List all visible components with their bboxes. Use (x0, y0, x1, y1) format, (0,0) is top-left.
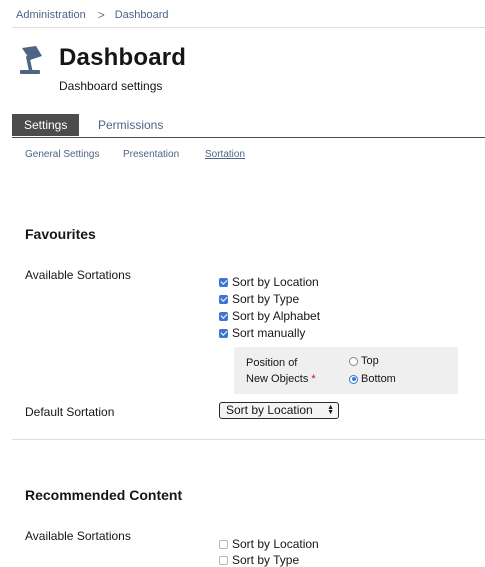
breadcrumb-administration[interactable]: Administration (16, 9, 86, 21)
radio-label: Bottom (361, 373, 396, 385)
favourites-section-title: Favourites (25, 226, 96, 242)
recommended-available-sortations-label: Available Sortations (25, 529, 131, 543)
position-new-objects-panel: Position of New Objects * Top Bottom (234, 347, 458, 394)
checkbox-unchecked-icon[interactable] (219, 555, 228, 565)
position-bottom-option[interactable]: Bottom (349, 373, 396, 385)
favourites-sort-by-alphabet-option[interactable]: Sort by Alphabet (219, 309, 320, 323)
required-marker: * (311, 373, 316, 385)
checkbox-checked-icon[interactable] (219, 311, 228, 321)
radio-label: Top (361, 355, 379, 367)
position-top-option[interactable]: Top (349, 355, 379, 367)
favourites-available-sortations-label: Available Sortations (25, 268, 131, 282)
breadcrumb-dashboard[interactable]: Dashboard (115, 9, 169, 21)
subtab-general-settings[interactable]: General Settings (25, 149, 100, 160)
checkbox-checked-icon[interactable] (219, 277, 228, 287)
tab-permissions[interactable]: Permissions (86, 114, 175, 136)
radio-unselected-icon[interactable] (349, 356, 358, 366)
page-subtitle: Dashboard settings (59, 79, 163, 93)
default-sortation-label: Default Sortation (25, 405, 115, 419)
position-label-line1: Position of (246, 357, 298, 369)
checkbox-unchecked-icon[interactable] (219, 539, 228, 549)
recommended-sort-by-location-option[interactable]: Sort by Location (219, 537, 319, 551)
tab-settings[interactable]: Settings (12, 114, 80, 136)
checkbox-checked-icon[interactable] (219, 294, 228, 304)
breadcrumb-separator-icon: > (97, 8, 105, 22)
checkbox-checked-icon[interactable] (219, 328, 228, 338)
header-divider (12, 27, 485, 28)
lamp-icon (20, 46, 42, 74)
radio-selected-icon[interactable] (349, 374, 358, 384)
favourites-sort-by-type-option[interactable]: Sort by Type (219, 292, 299, 306)
checkbox-label: Sort manually (232, 326, 306, 340)
recommended-section-title: Recommended Content (25, 487, 183, 503)
section-divider (12, 439, 485, 440)
checkbox-label: Sort by Location (232, 275, 319, 289)
page-title: Dashboard (59, 44, 187, 71)
position-new-objects-label: Position of New Objects * (246, 355, 316, 387)
subtab-presentation[interactable]: Presentation (123, 149, 179, 160)
favourites-sort-by-location-option[interactable]: Sort by Location (219, 275, 319, 289)
select-value: Sort by Location (226, 403, 313, 417)
breadcrumb: Administration > Dashboard (16, 8, 169, 22)
checkbox-label: Sort by Alphabet (232, 309, 321, 323)
select-arrows-icon: ▲ ▼ (327, 404, 334, 416)
position-label-line2: New Objects (246, 373, 309, 385)
checkbox-label: Sort by Type (232, 292, 300, 306)
subtab-sortation[interactable]: Sortation (205, 149, 245, 160)
tab-bar: Settings Permissions (12, 114, 485, 138)
checkbox-label: Sort by Location (232, 537, 319, 551)
default-sortation-select[interactable]: Sort by Location ▲ ▼ (219, 402, 339, 419)
favourites-sort-manually-option[interactable]: Sort manually (219, 326, 305, 340)
